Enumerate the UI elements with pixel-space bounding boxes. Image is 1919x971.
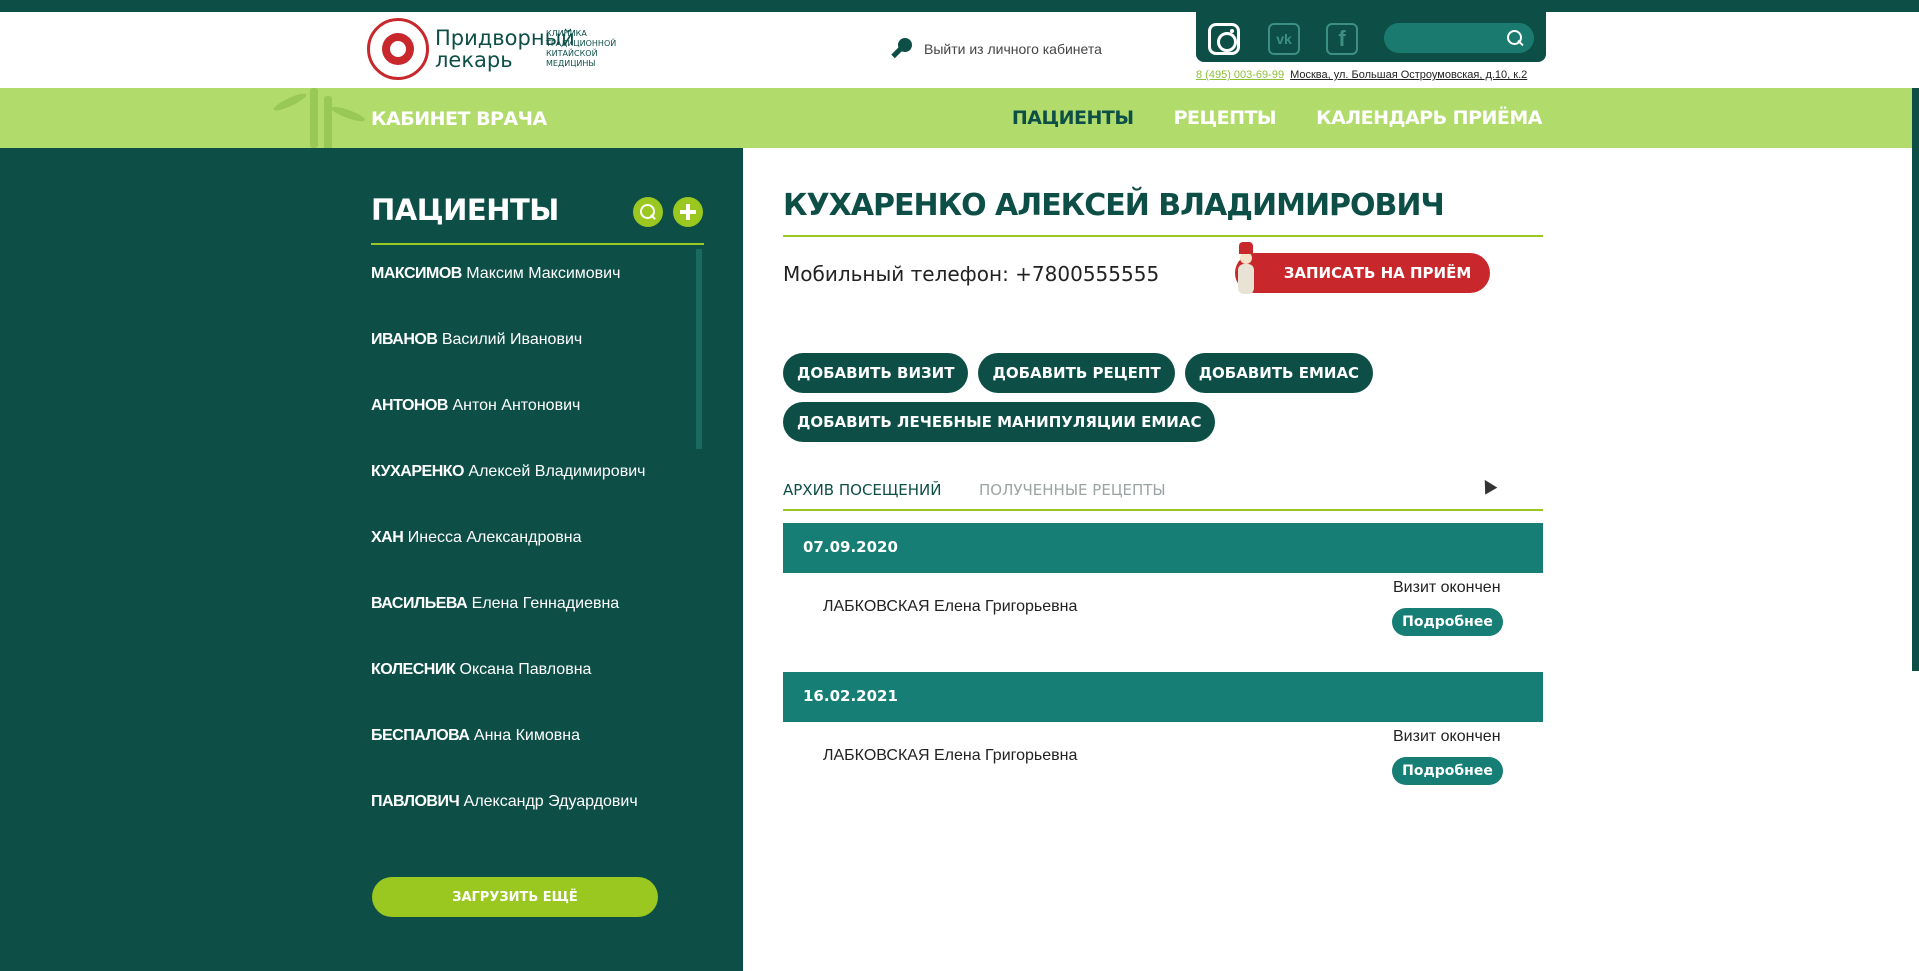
logo-name: Придворный лекарь	[435, 26, 575, 72]
patient-surname: ВАСИЛЬЕВА	[371, 595, 468, 612]
visit-date-header: 16.02.2021	[783, 672, 1543, 722]
doctor-name: Елена Григорьевна	[933, 747, 1078, 764]
instagram-icon[interactable]	[1208, 23, 1240, 55]
patient-surname: БЕСПАЛОВА	[371, 727, 470, 744]
visit-details-button[interactable]: Подробнее	[1392, 608, 1503, 636]
patient-name: Александр Эдуардович	[463, 793, 638, 810]
address-link[interactable]: Москва, ул. Большая Остроумовская, д.10,…	[1290, 69, 1527, 81]
search-patient-button[interactable]	[633, 197, 663, 227]
patient-surname: ИВАНОВ	[371, 331, 438, 348]
patient-item[interactable]: АНТОНОВ Антон Антонович	[371, 397, 645, 463]
social-panel: vk f	[1196, 12, 1546, 62]
cabinet-title: КАБИНЕТ ВРАЧА	[371, 108, 547, 130]
action-buttons: ДОБАВИТЬ ВИЗИТ ДОБАВИТЬ РЕЦЕПТ ДОБАВИТЬ …	[783, 353, 1383, 442]
patient-name: Елена Геннадиевна	[471, 595, 620, 612]
bamboo-decoration	[300, 88, 340, 148]
site-header: Придворный лекарь КЛИНИКА ТРАДИЦИОННОЙ К…	[0, 12, 1919, 88]
patient-list: МАКСИМОВ Максим Максимович ИВАНОВ Васили…	[371, 265, 645, 859]
patient-surname: МАКСИМОВ	[371, 265, 462, 282]
sidebar-scrollbar[interactable]	[696, 249, 702, 449]
visit-status: Визит окончен	[1393, 579, 1501, 596]
top-nav: ПАЦИЕНТЫ РЕЦЕПТЫ КАЛЕНДАРЬ ПРИЁМА	[1012, 107, 1543, 129]
patient-item[interactable]: КУХАРЕНКО Алексей Владимирович	[371, 463, 645, 529]
main-nav-bar: КАБИНЕТ ВРАЧА ПАЦИЕНТЫ РЕЦЕПТЫ КАЛЕНДАРЬ…	[0, 88, 1919, 148]
history-tabs: АРХИВ ПОСЕЩЕНИЙ ПОЛУЧЕННЫЕ РЕЦЕПТЫ	[783, 473, 1543, 511]
visit-status: Визит окончен	[1393, 728, 1501, 745]
doctor-surname: ЛАБКОВСКАЯ	[823, 747, 930, 764]
logout-link[interactable]: Выйти из личного кабинета	[888, 36, 1102, 62]
patient-item[interactable]: БЕСПАЛОВА Анна Кимовна	[371, 727, 645, 793]
site-search	[1384, 23, 1534, 53]
patient-name: Антон Антонович	[452, 397, 581, 414]
doctor-name: Елена Григорьевна	[933, 598, 1078, 615]
patients-sidebar: ПАЦИЕНТЫ МАКСИМОВ Максим Максимович ИВАН…	[0, 148, 743, 971]
patient-item[interactable]: ХАН Инесса Александровна	[371, 529, 645, 595]
visit-date: 16.02.2021	[803, 687, 898, 705]
sidebar-divider	[371, 243, 704, 245]
visit-doctor: ЛАБКОВСКАЯ Елена Григорьевна	[823, 747, 1077, 765]
search-input[interactable]	[1396, 28, 1496, 48]
nav-patients[interactable]: ПАЦИЕНТЫ	[1012, 107, 1134, 129]
doctor-figure-icon	[1234, 242, 1258, 298]
patient-surname: ХАН	[371, 529, 404, 546]
visit-details-button[interactable]: Подробнее	[1392, 757, 1503, 785]
patient-name: Максим Максимович	[466, 265, 621, 282]
book-appointment-button[interactable]: ЗАПИСАТЬ НА ПРИЁМ	[1235, 253, 1490, 293]
tab-visit-archive[interactable]: АРХИВ ПОСЕЩЕНИЙ	[783, 481, 942, 499]
tab-received-recipes[interactable]: ПОЛУЧЕННЫЕ РЕЦЕПТЫ	[979, 481, 1166, 499]
top-stripe	[0, 0, 1919, 12]
title-divider	[783, 235, 1543, 237]
patient-name: Оксана Павловна	[459, 661, 592, 678]
nav-calendar[interactable]: КАЛЕНДАРЬ ПРИЁМА	[1316, 107, 1542, 129]
patient-item[interactable]: МАКСИМОВ Максим Максимович	[371, 265, 645, 331]
add-visit-button[interactable]: ДОБАВИТЬ ВИЗИТ	[783, 353, 969, 393]
patient-phone: Мобильный телефон: +7800555555	[783, 262, 1160, 286]
patient-name: Василий Иванович	[441, 331, 583, 348]
add-emias-button[interactable]: ДОБАВИТЬ ЕМИАС	[1184, 353, 1374, 393]
logo-subtitle: КЛИНИКА ТРАДИЦИОННОЙ КИТАЙСКОЙ МЕДИЦИНЫ	[546, 29, 617, 68]
visit-date: 07.09.2020	[803, 538, 898, 556]
patient-item[interactable]: ПАВЛОВИЧ Александр Эдуардович	[371, 793, 645, 859]
search-icon[interactable]	[1506, 29, 1524, 47]
doctor-surname: ЛАБКОВСКАЯ	[823, 598, 930, 615]
patient-surname: КУХАРЕНКО	[371, 463, 464, 480]
patient-surname: КОЛЕСНИК	[371, 661, 456, 678]
patient-item[interactable]: КОЛЕСНИК Оксана Павловна	[371, 661, 645, 727]
logo-seal-icon	[367, 18, 429, 80]
patient-name: Алексей Владимирович	[468, 463, 646, 480]
visit-date-header: 07.09.2020	[783, 523, 1543, 573]
facebook-icon[interactable]: f	[1326, 23, 1358, 55]
vk-icon[interactable]: vk	[1268, 23, 1300, 55]
add-patient-button[interactable]	[673, 197, 703, 227]
nav-recipes[interactable]: РЕЦЕПТЫ	[1174, 107, 1277, 129]
page-scrollbar[interactable]	[1912, 88, 1919, 671]
logout-label: Выйти из личного кабинета	[924, 41, 1102, 57]
phone-link[interactable]: 8 (495) 003-69-99	[1196, 69, 1284, 81]
contacts: 8 (495) 003-69-99 Москва, ул. Большая Ос…	[1196, 69, 1527, 81]
add-manipulations-button[interactable]: ДОБАВИТЬ ЛЕЧЕБНЫЕ МАНИПУЛЯЦИИ ЕМИАС	[783, 402, 1216, 442]
sidebar-title: ПАЦИЕНТЫ	[371, 193, 559, 227]
load-more-button[interactable]: ЗАГРУЗИТЬ ЕЩЁ	[372, 877, 658, 917]
patient-surname: ПАВЛОВИЧ	[371, 793, 460, 810]
patient-full-name: КУХАРЕНКО АЛЕКСЕЙ ВЛАДИМИРОВИЧ	[783, 188, 1445, 223]
visit-doctor: ЛАБКОВСКАЯ Елена Григорьевна	[823, 598, 1077, 616]
patient-item[interactable]: ВАСИЛЬЕВА Елена Геннадиевна	[371, 595, 645, 661]
patient-surname: АНТОНОВ	[371, 397, 448, 414]
add-recipe-button[interactable]: ДОБАВИТЬ РЕЦЕПТ	[978, 353, 1175, 393]
patient-name: Инесса Александровна	[407, 529, 582, 546]
patient-name: Анна Кимовна	[473, 727, 580, 744]
key-icon	[888, 36, 914, 62]
patient-item[interactable]: ИВАНОВ Василий Иванович	[371, 331, 645, 397]
clinic-logo[interactable]: Придворный лекарь КЛИНИКА ТРАДИЦИОННОЙ К…	[367, 18, 626, 80]
